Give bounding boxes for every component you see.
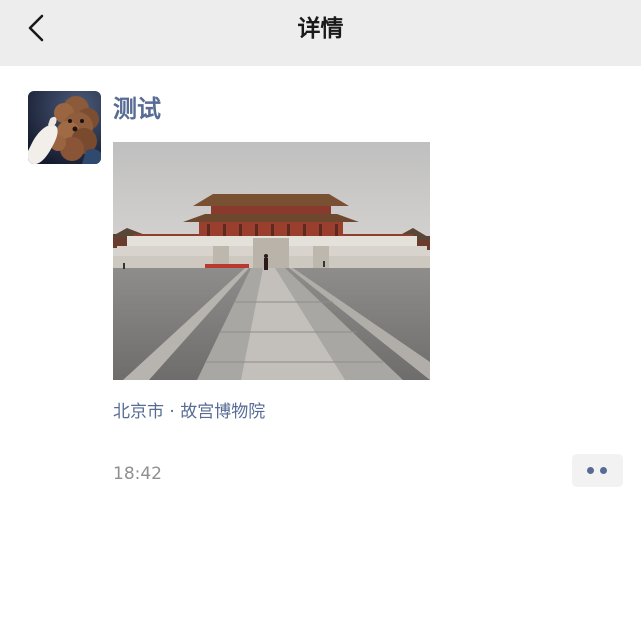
moments-detail-screen: 详情 测试 北京市 · 故宫博物院 18:42 bbox=[0, 0, 641, 641]
username[interactable]: 测试 bbox=[113, 89, 161, 129]
poodle-avatar-image bbox=[28, 91, 101, 164]
location-link[interactable]: 北京市 · 故宫博物院 bbox=[113, 398, 265, 426]
two-dots-icon bbox=[587, 467, 594, 474]
avatar[interactable] bbox=[28, 91, 101, 164]
post-timestamp: 18:42 bbox=[113, 464, 162, 484]
page-title: 详情 bbox=[297, 16, 344, 42]
forbidden-city-photo bbox=[113, 142, 430, 380]
two-dots-icon-second bbox=[600, 467, 607, 474]
post-photo[interactable] bbox=[113, 142, 430, 380]
navigation-bar: 详情 bbox=[0, 0, 641, 66]
more-actions-button[interactable] bbox=[572, 454, 623, 487]
